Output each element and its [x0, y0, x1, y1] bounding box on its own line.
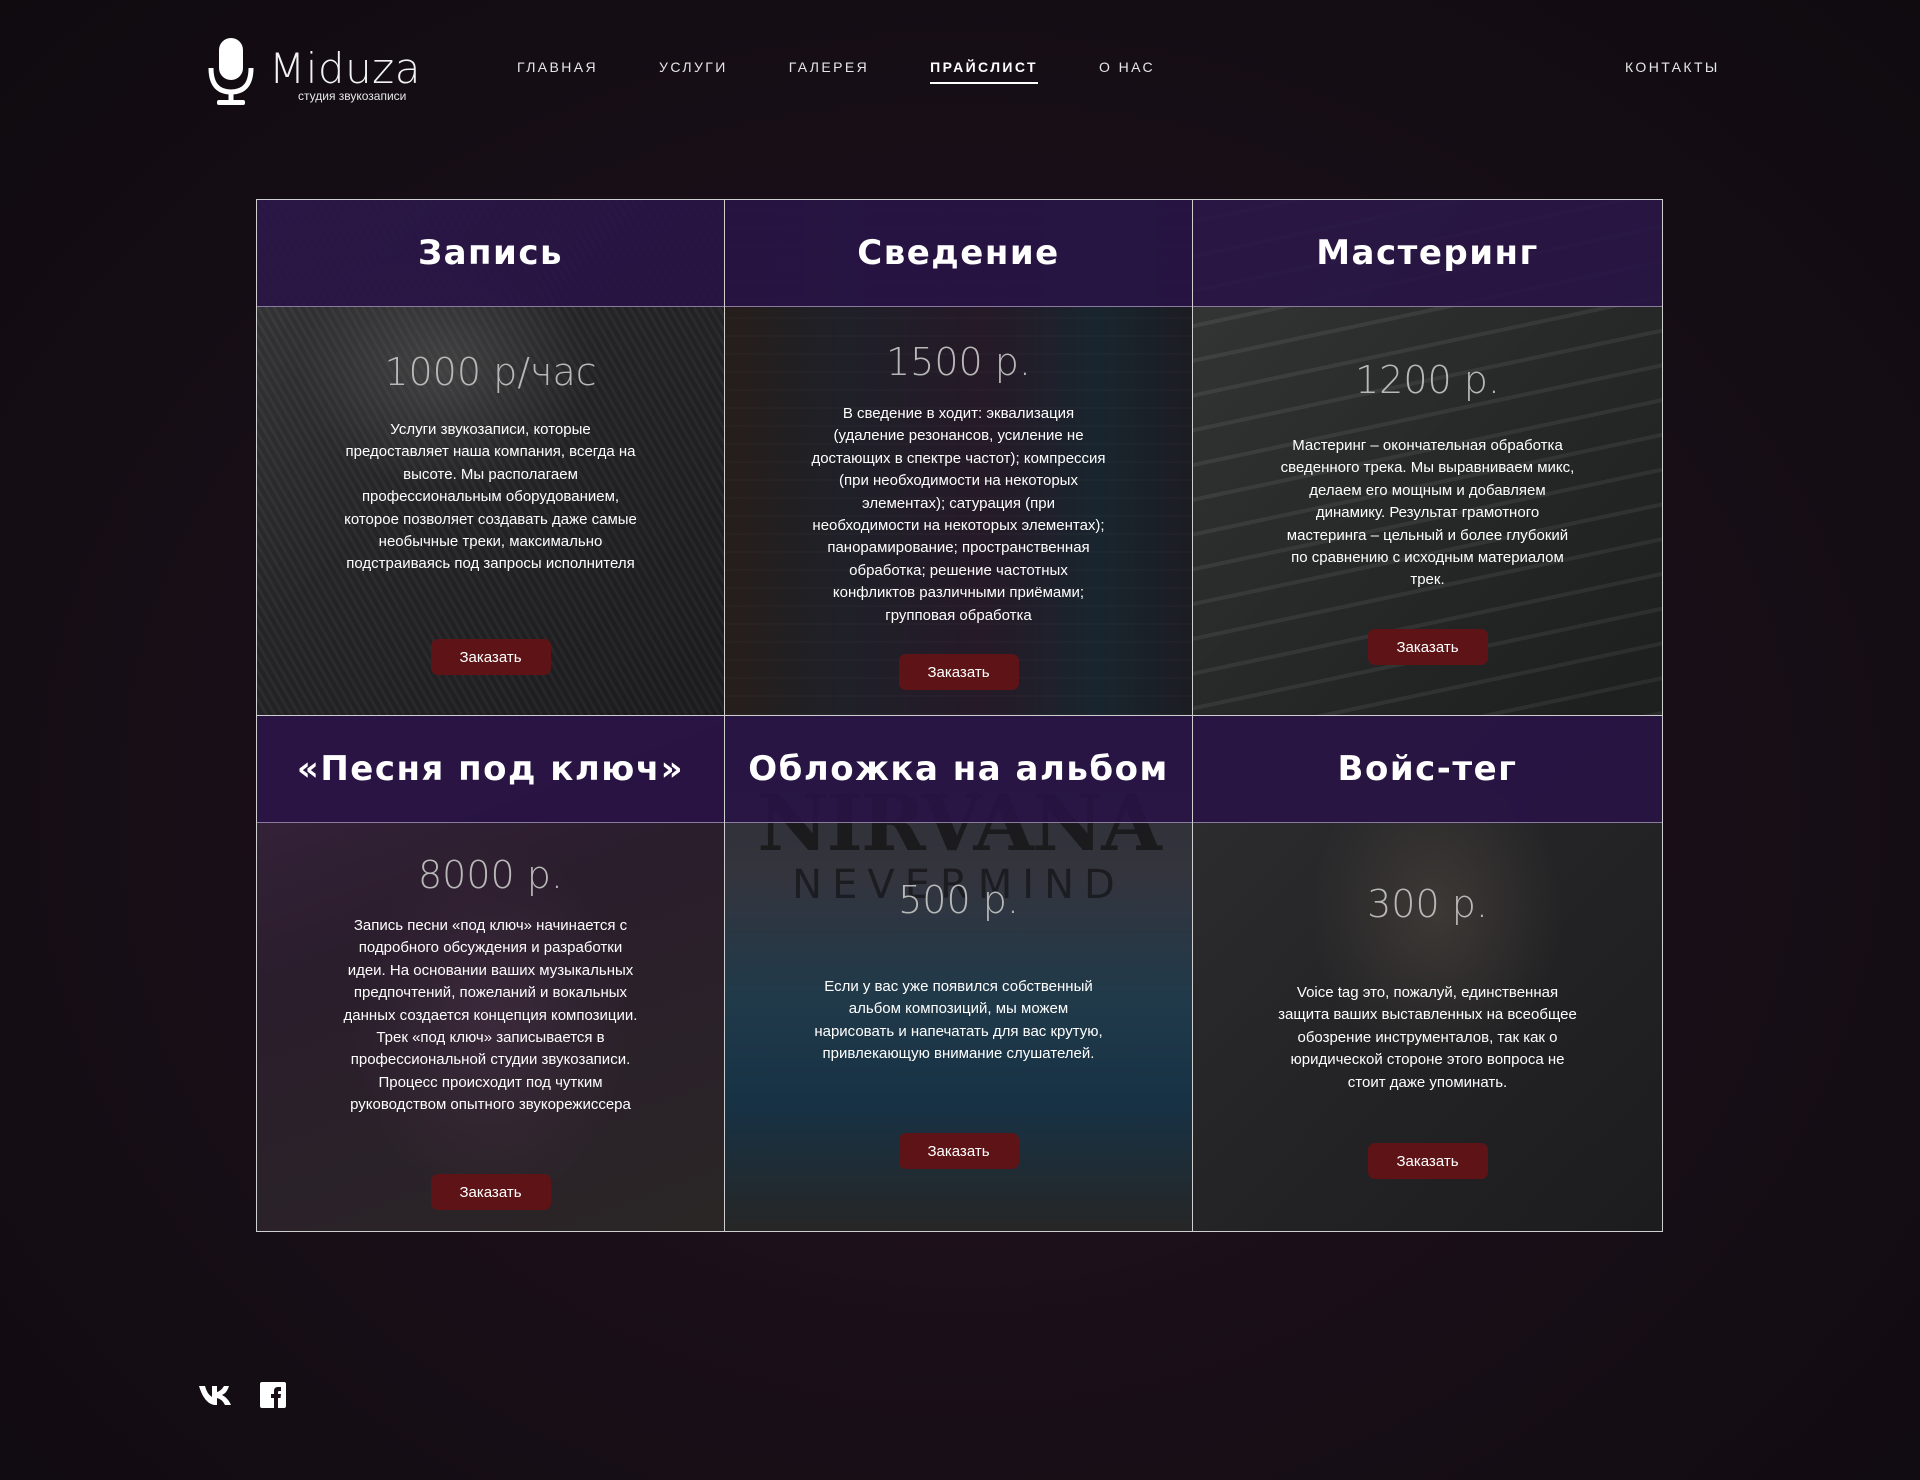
brand-name: Miduza	[269, 44, 421, 93]
main-nav: ГЛАВНАЯ УСЛУГИ ГАЛЕРЕЯ ПРАЙСЛИСТ О НАС	[517, 59, 1216, 84]
card-description: Услуги звукозаписи, которые предоставляе…	[344, 421, 637, 573]
logo[interactable]: Miduza студия звукозаписи	[205, 36, 425, 108]
price-card-mastering: Мастеринг 1200 р. Мастеринг – окончатель…	[1193, 200, 1662, 716]
card-description: Voice tag это, пожалуй, единственная защ…	[1278, 984, 1577, 1091]
order-button[interactable]: Заказать	[430, 639, 551, 675]
card-header: Сведение	[725, 200, 1192, 307]
card-header: Обложка на альбом	[725, 716, 1192, 823]
card-description: Мастеринг – окончательная обработка свед…	[1280, 437, 1575, 589]
card-title: Сведение	[857, 233, 1060, 273]
order-button[interactable]: Заказать	[430, 1174, 551, 1210]
card-title: Войс-тег	[1337, 749, 1518, 789]
price-card-turnkey-song: «Песня под ключ» 8000 р. Запись песни «п…	[257, 716, 725, 1231]
card-price: 1000 р/час	[384, 350, 597, 394]
card-description: Запись песни «под ключ» начинается с под…	[343, 917, 638, 1114]
card-title: «Песня под ключ»	[296, 749, 685, 789]
card-header: Запись	[257, 200, 724, 307]
nav-pricelist[interactable]: ПРАЙСЛИСТ	[930, 59, 1039, 84]
card-title: Мастеринг	[1316, 233, 1539, 273]
card-title: Обложка на альбом	[748, 749, 1169, 789]
card-description: Если у вас уже появился собственный альб…	[814, 978, 1103, 1063]
nav-gallery[interactable]: ГАЛЕРЕЯ	[789, 59, 869, 84]
card-description: В сведение в ходит: эквализация (удалени…	[811, 405, 1106, 624]
card-title: Запись	[417, 233, 564, 273]
nav-contacts[interactable]: КОНТАКТЫ	[1625, 59, 1720, 75]
price-grid: Запись 1000 р/час Услуги звукозаписи, ко…	[256, 199, 1663, 1232]
order-button[interactable]: Заказать	[1367, 629, 1488, 665]
order-button[interactable]: Заказать	[1367, 1143, 1488, 1179]
order-button[interactable]: Заказать	[898, 654, 1019, 690]
price-card-album-cover: NIRVANA NEVERMIND Обложка на альбом 500 …	[725, 716, 1193, 1231]
card-price: 300 р.	[1367, 882, 1488, 926]
nav-services[interactable]: УСЛУГИ	[659, 59, 728, 84]
nav-about[interactable]: О НАС	[1099, 59, 1155, 84]
card-header: Мастеринг	[1193, 200, 1662, 307]
price-card-mixing: Сведение 1500 р. В сведение в ходит: экв…	[725, 200, 1193, 716]
card-price: 1200 р.	[1355, 358, 1500, 402]
price-card-voice-tag: Войс-тег 300 р. Voice tag это, пожалуй, …	[1193, 716, 1662, 1231]
card-price: 500 р.	[898, 878, 1019, 922]
price-card-recording: Запись 1000 р/час Услуги звукозаписи, ко…	[257, 200, 725, 716]
vk-icon[interactable]	[198, 1384, 234, 1406]
microphone-icon	[208, 38, 254, 105]
card-price: 8000 р.	[418, 853, 563, 897]
facebook-icon[interactable]	[260, 1382, 286, 1408]
card-header: «Песня под ключ»	[257, 716, 724, 823]
order-button[interactable]: Заказать	[898, 1133, 1019, 1169]
brand-tagline: студия звукозаписи	[298, 89, 407, 103]
card-header: Войс-тег	[1193, 716, 1662, 823]
social-links	[198, 1382, 286, 1408]
card-price: 1500 р.	[886, 340, 1031, 384]
nav-home[interactable]: ГЛАВНАЯ	[517, 59, 598, 84]
